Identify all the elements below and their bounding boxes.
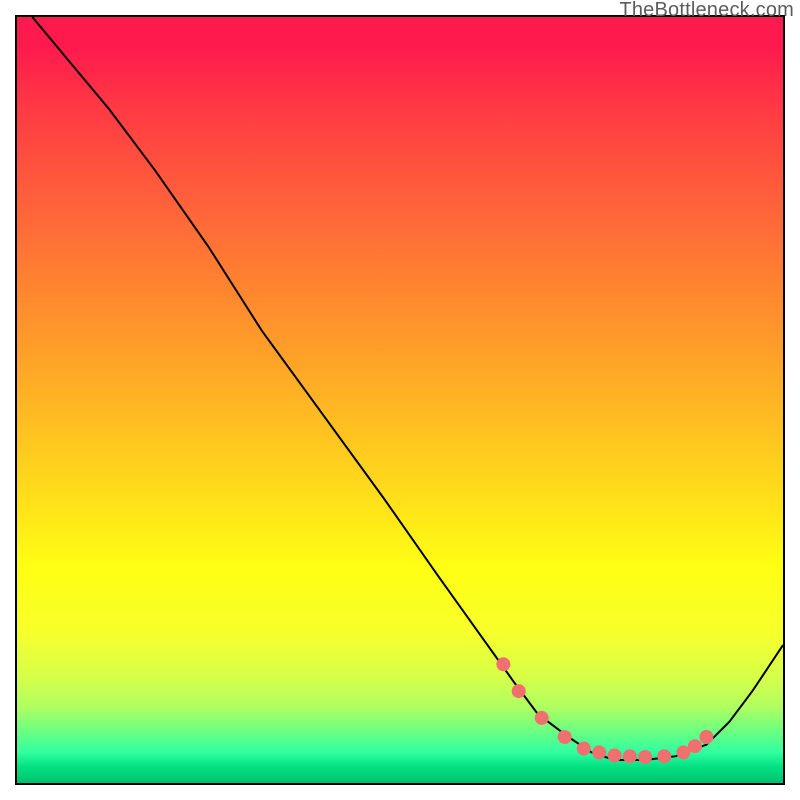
highlight-dot <box>577 742 591 756</box>
bottleneck-curve <box>32 17 783 760</box>
highlight-dot <box>592 745 606 759</box>
highlight-dot <box>638 750 652 764</box>
watermark-text: TheBottleneck.com <box>619 0 794 22</box>
highlight-dots <box>496 657 713 764</box>
highlight-dot <box>699 730 713 744</box>
highlight-dot <box>623 749 637 763</box>
highlight-dot <box>512 684 526 698</box>
highlight-dot <box>558 730 572 744</box>
highlight-dot <box>535 711 549 725</box>
bottleneck-chart: TheBottleneck.com <box>0 0 800 800</box>
chart-svg <box>0 0 800 800</box>
highlight-dot <box>657 749 671 763</box>
highlight-dot <box>688 739 702 753</box>
highlight-dot <box>496 657 510 671</box>
highlight-dot <box>608 748 622 762</box>
